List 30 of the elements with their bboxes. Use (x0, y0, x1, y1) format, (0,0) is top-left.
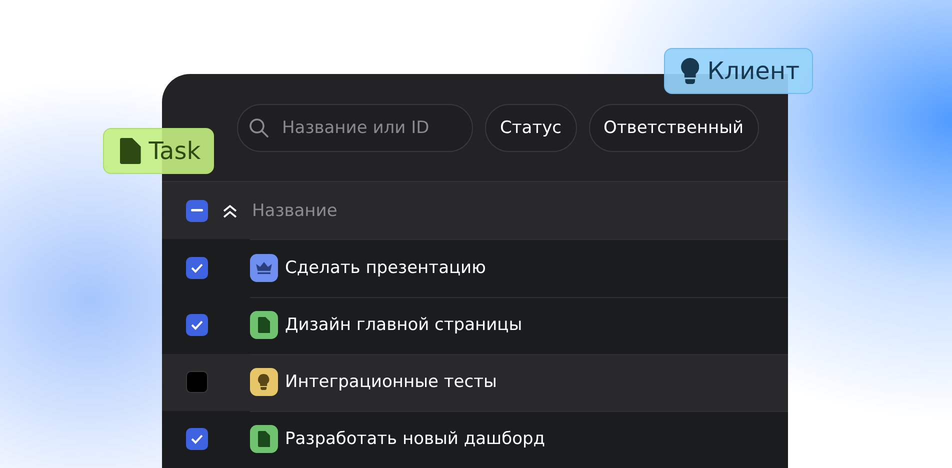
row-checkbox[interactable] (186, 371, 208, 394)
filter-button[interactable]: Статус (485, 104, 577, 152)
lightbulb-icon (681, 58, 700, 84)
task-row[interactable]: Дизайн главной страницы (162, 296, 788, 354)
task-title: Сделать презентацию (285, 258, 486, 278)
row-checkbox[interactable] (186, 257, 208, 280)
document-icon (258, 317, 270, 334)
task-title: Интеграционные тесты (285, 372, 497, 392)
minus-icon (191, 209, 203, 212)
task-title: Разработать новый дашборд (285, 429, 546, 450)
task-row[interactable]: Сделать презентацию (162, 239, 788, 297)
check-icon (191, 263, 203, 274)
filter-button[interactable]: Ответственный (588, 104, 759, 152)
crown-icon (256, 262, 272, 274)
collapse-icon[interactable] (222, 202, 238, 219)
check-icon (191, 320, 203, 330)
check-icon (191, 434, 203, 444)
task-title: Дизайн главной страницы (285, 315, 522, 336)
document-icon (258, 431, 270, 448)
tag-label: Task (148, 137, 201, 165)
row-checkbox[interactable] (186, 314, 208, 336)
task-row[interactable]: Разработать новый дашборд (162, 410, 788, 468)
column-header: Название (252, 200, 338, 221)
task-row[interactable]: Интеграционные тесты (162, 354, 788, 411)
select-all-checkbox[interactable] (186, 200, 208, 222)
tag-label: Клиент (707, 57, 800, 85)
document-icon (120, 138, 141, 164)
search-field[interactable]: Название или ID (237, 104, 473, 152)
row-checkbox[interactable] (186, 428, 208, 450)
lightbulb-icon (258, 374, 270, 390)
